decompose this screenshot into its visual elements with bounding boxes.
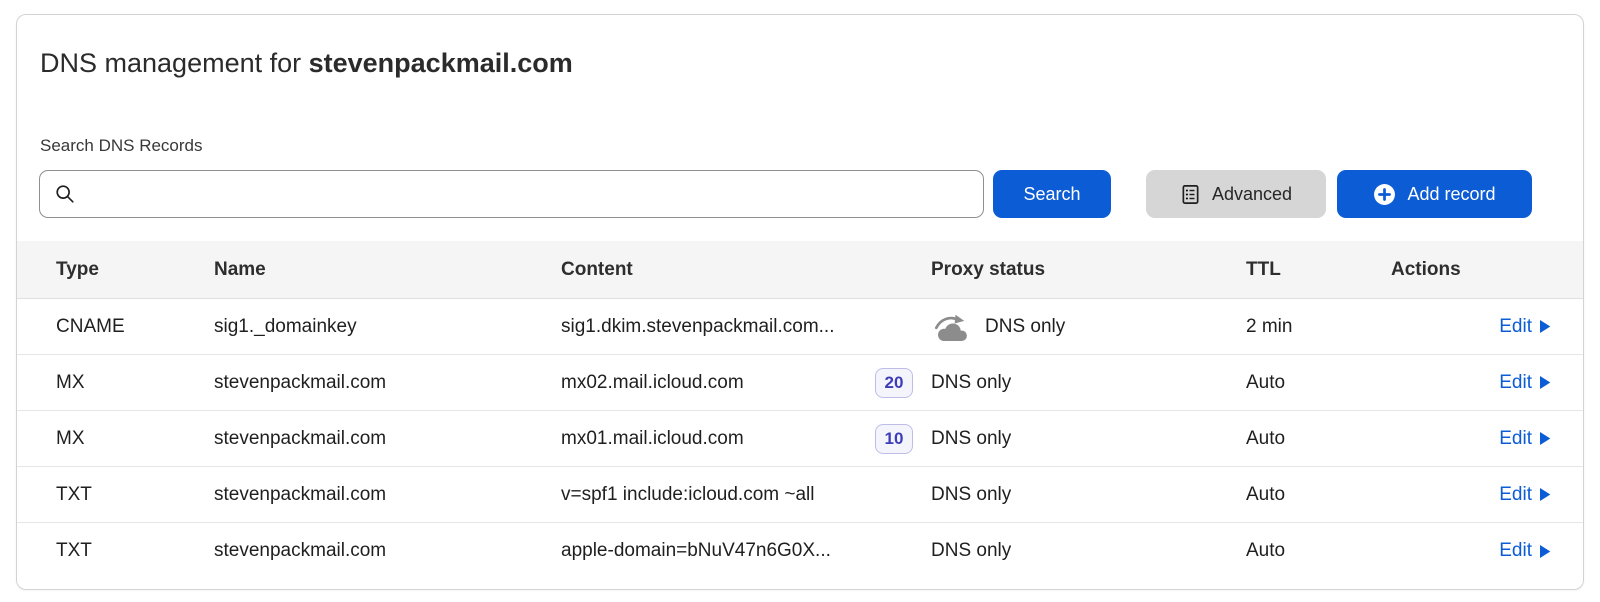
cell-name: sig1._domainkey [214,316,561,338]
search-controls: Search Advanced Add record [39,170,1583,218]
edit-link-label: Edit [1499,484,1532,506]
edit-record-link[interactable]: Edit [1499,484,1551,506]
cell-type: MX [17,428,214,450]
add-record-button[interactable]: Add record [1337,170,1532,218]
cell-content: apple-domain=bNuV47n6G0X... [561,540,931,562]
priority-badge: 20 [875,368,913,398]
cell-actions: Edit [1391,316,1584,338]
cell-ttl: Auto [1246,428,1391,450]
cell-ttl: Auto [1246,540,1391,562]
proxy-cloud-icon [931,311,973,343]
record-content-text: apple-domain=bNuV47n6G0X... [561,540,831,562]
page-title-domain: stevenpackmail.com [309,48,573,78]
search-icon [54,183,76,205]
dns-records-table: Type Name Content Proxy status TTL Actio… [17,241,1583,579]
cell-actions: Edit [1391,484,1584,506]
column-header-actions: Actions [1391,259,1584,281]
column-header-type: Type [17,259,214,281]
proxy-status-text: DNS only [931,428,1011,450]
cell-content: mx02.mail.icloud.com 20 [561,368,931,398]
search-button[interactable]: Search [993,170,1111,218]
record-content-text: mx01.mail.icloud.com [561,428,744,450]
edit-record-link[interactable]: Edit [1499,540,1551,562]
cell-ttl: 2 min [1246,316,1391,338]
column-header-content: Content [561,259,931,281]
cell-type: TXT [17,484,214,506]
cell-ttl: Auto [1246,372,1391,394]
add-record-button-label: Add record [1407,184,1495,205]
record-content-text: sig1.dkim.stevenpackmail.com... [561,316,835,338]
table-header-row: Type Name Content Proxy status TTL Actio… [17,241,1583,299]
cell-actions: Edit [1391,428,1584,450]
cell-name: stevenpackmail.com [214,484,561,506]
cell-content: mx01.mail.icloud.com 10 [561,424,931,454]
proxy-status-text: DNS only [931,372,1011,394]
cell-content: v=spf1 include:icloud.com ~all [561,484,931,506]
priority-badge: 10 [875,424,913,454]
cell-content: sig1.dkim.stevenpackmail.com... [561,316,931,338]
edit-arrow-icon [1539,431,1551,446]
column-header-proxy-status: Proxy status [931,259,1246,281]
cell-actions: Edit [1391,540,1584,562]
record-content-text: v=spf1 include:icloud.com ~all [561,484,814,506]
edit-arrow-icon [1539,375,1551,390]
cell-proxy-status: DNS only [931,540,1246,562]
cell-name: stevenpackmail.com [214,428,561,450]
edit-arrow-icon [1539,319,1551,334]
cell-name: stevenpackmail.com [214,540,561,562]
page-title: DNS management for stevenpackmail.com [40,47,1559,79]
edit-arrow-icon [1539,487,1551,502]
advanced-button-label: Advanced [1212,184,1292,205]
dns-table-body: CNAME sig1._domainkey sig1.dkim.stevenpa… [17,299,1583,579]
table-row: MX stevenpackmail.com mx01.mail.icloud.c… [17,411,1583,467]
search-label: Search DNS Records [40,136,1583,156]
record-content-text: mx02.mail.icloud.com [561,372,744,394]
cell-proxy-status: DNS only [931,372,1246,394]
edit-link-label: Edit [1499,372,1532,394]
search-input[interactable] [86,171,969,217]
cell-type: TXT [17,540,214,562]
table-row: CNAME sig1._domainkey sig1.dkim.stevenpa… [17,299,1583,355]
edit-arrow-icon [1539,544,1551,559]
cell-type: CNAME [17,316,214,338]
dns-management-card: DNS management for stevenpackmail.com Se… [16,14,1584,590]
cell-name: stevenpackmail.com [214,372,561,394]
cell-proxy-status: DNS only [931,428,1246,450]
table-row: TXT stevenpackmail.com v=spf1 include:ic… [17,467,1583,523]
search-box[interactable] [39,170,984,218]
proxy-status-text: DNS only [931,540,1011,562]
plus-circle-icon [1373,183,1396,206]
edit-record-link[interactable]: Edit [1499,372,1551,394]
cell-ttl: Auto [1246,484,1391,506]
table-row: TXT stevenpackmail.com apple-domain=bNuV… [17,523,1583,579]
proxy-status-text: DNS only [931,484,1011,506]
page-title-prefix: DNS management for [40,48,309,78]
edit-record-link[interactable]: Edit [1499,428,1551,450]
column-header-name: Name [214,259,561,281]
column-header-ttl: TTL [1246,259,1391,281]
cell-actions: Edit [1391,372,1584,394]
edit-record-link[interactable]: Edit [1499,316,1551,338]
edit-link-label: Edit [1499,316,1532,338]
proxy-status-text: DNS only [985,316,1065,338]
search-button-label: Search [1023,184,1080,205]
cell-proxy-status: DNS only [931,311,1246,343]
table-row: MX stevenpackmail.com mx02.mail.icloud.c… [17,355,1583,411]
edit-link-label: Edit [1499,428,1532,450]
advanced-button[interactable]: Advanced [1146,170,1326,218]
cell-proxy-status: DNS only [931,484,1246,506]
edit-link-label: Edit [1499,540,1532,562]
cell-type: MX [17,372,214,394]
advanced-list-icon [1180,184,1201,205]
